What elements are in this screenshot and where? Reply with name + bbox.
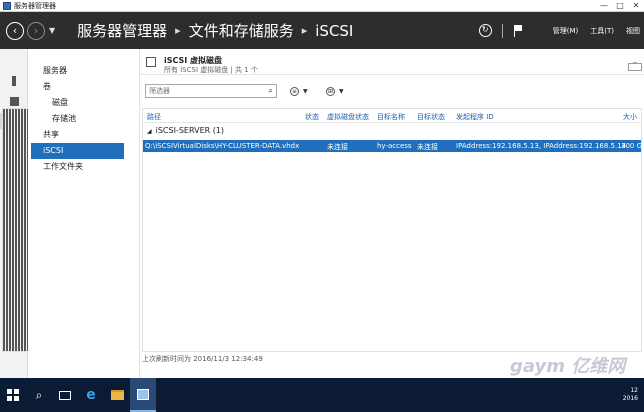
breadcrumb-file-storage[interactable]: 文件和存储服务 [189,20,294,41]
last-refresh-status: 上次刷新时间为 2016/11/3 12:34:49 [142,355,263,363]
group-by-dropdown[interactable]: ⊞ ▼ [326,86,344,96]
content-pane: iSCSI 虚拟磁盘 所有 iSCSI 虚拟磁盘 | 共 1 个 ‾ ⌕ ≡▼ … [140,49,644,378]
window-controls: — □ ✕ [596,0,644,12]
minimize-button[interactable]: — [596,0,612,12]
table-row[interactable]: Q:\iSCSIVirtualDisks\HY-CLUSTER-DATA.vhd… [143,140,641,152]
all-servers-glyph [9,96,19,106]
group-options-icon: ⊞ [326,86,335,96]
tile-toolbar: ⌕ ≡▼ ⊞▼ [140,79,644,103]
collapse-triangle-icon[interactable]: ◢ [147,128,152,135]
history-dropdown-icon[interactable]: ▼ [49,26,55,35]
watermark-logo: gaym 亿维网 [510,356,626,377]
virtual-disk-icon [146,57,156,67]
search-button[interactable]: ⌕ [26,378,52,412]
system-tray-clock[interactable]: 12 2016 [623,387,638,403]
file-explorer-button[interactable] [104,378,130,412]
tray-date: 2016 [622,395,638,402]
group-label: iSCSI-SERVER (1) [155,126,225,135]
header-right: ↻ 管理(M) 工具(T) 视图 [478,23,644,38]
back-icon[interactable]: ‹ [6,21,24,40]
column-header-target-name[interactable]: 目标名称 [377,112,405,122]
breadcrumb-iscsi: iSCSI [315,21,354,40]
cell-size: 300 G [621,142,641,150]
breadcrumb-separator-icon: ▸ [175,24,181,37]
breadcrumb-server-manager[interactable]: 服务器管理器 [77,20,167,41]
task-view-button[interactable] [52,378,78,412]
group-header[interactable]: ◢ iSCSI-SERVER (1) [147,126,224,135]
server-manager-taskbar-button[interactable] [130,378,156,412]
chevron-down-icon: ▼ [339,87,344,95]
cell-path: Q:\iSCSIVirtualDisks\HY-CLUSTER-DATA.vhd… [145,142,300,150]
menu-view[interactable]: 视图 [626,26,640,36]
start-button[interactable] [0,378,26,412]
window-title: 服务器管理器 [14,1,56,10]
search-icon: ⌕ [35,387,43,402]
server-manager-icon [137,388,149,400]
nav-item-disks[interactable]: 磁盘 [28,95,139,111]
windows-logo-icon [7,389,19,401]
column-header-status[interactable]: 状态 [305,112,319,122]
dashboard-icon[interactable] [0,53,502,352]
title-bar: 服务器管理器 — □ ✕ [0,0,644,12]
tile-header: iSCSI 虚拟磁盘 所有 iSCSI 虚拟磁盘 | 共 1 个 ‾ [140,49,644,75]
separator [501,23,503,38]
cell-target-name: hy-access [377,142,412,150]
nav-item-work-folders[interactable]: 工作文件夹 [28,159,139,175]
cell-initiator-id: IPAddress:192.168.5.13, IPAddress:192.16… [456,142,627,150]
grid-header: 路径 状态 虚拟磁盘状态 目标名称 目标状态 发起程序 ID 大小 [143,109,641,123]
forward-icon[interactable]: › [27,21,45,40]
folder-icon [110,390,124,400]
column-header-initiator-id[interactable]: 发起程序 ID [456,112,494,122]
list-options-icon: ≡ [290,86,299,96]
taskbar: ⌕ e 12 2016 [0,378,644,412]
breadcrumb-separator-icon: ▸ [301,24,308,37]
ie-button[interactable]: e [78,378,104,412]
collapse-tile-icon[interactable]: ‾ [628,63,642,71]
filter-input[interactable] [146,85,262,97]
nav-pane: 服务器 卷 磁盘 存储池 共享 iSCSI 工作文件夹 [28,49,140,378]
all-servers-icon[interactable] [0,93,28,109]
flag-icon[interactable] [513,24,523,37]
tray-time: 12 [630,387,638,394]
header-bar: ‹ › ▼ 服务器管理器 ▸ 文件和存储服务 ▸ iSCSI ↻ 管理(M) 工… [0,12,644,49]
breadcrumb: 服务器管理器 ▸ 文件和存储服务 ▸ iSCSI [77,20,353,41]
menu-tools[interactable]: 工具(T) [590,26,614,36]
filter-box: ⌕ [145,84,277,98]
nav-item-volumes[interactable]: 卷 [28,79,139,95]
tile-subtitle: 所有 iSCSI 虚拟磁盘 | 共 1 个 [164,66,258,74]
menu-manage[interactable]: 管理(M) [553,26,579,36]
virtual-disk-grid: 路径 状态 虚拟磁盘状态 目标名称 目标状态 发起程序 ID 大小 ◢ iSCSI… [142,108,642,352]
chevron-down-icon: ▼ [303,87,308,95]
column-header-disk-status[interactable]: 虚拟磁盘状态 [327,112,369,122]
column-header-size[interactable]: 大小 [623,112,637,122]
server-manager-app-icon [3,1,11,10]
column-header-path[interactable]: 路径 [147,112,161,122]
maximize-button[interactable]: □ [612,0,628,12]
nav-item-iscsi[interactable]: iSCSI [31,143,124,159]
refresh-icon[interactable]: ↻ [478,24,492,37]
task-view-icon [59,390,71,400]
search-icon[interactable]: ⌕ [269,86,273,96]
internet-explorer-icon: e [86,387,96,403]
nav-item-storage-pools[interactable]: 存储池 [28,111,139,127]
local-server-icon[interactable] [0,73,28,89]
icon-strip [0,49,502,378]
nav-item-shares[interactable]: 共享 [28,127,139,143]
cell-disk-status: 未连接 [327,143,348,151]
cell-target-status: 未连接 [417,143,438,151]
list-view-dropdown[interactable]: ≡ ▼ [290,86,308,96]
nav-item-servers[interactable]: 服务器 [28,63,139,79]
column-header-target-status[interactable]: 目标状态 [417,112,445,122]
close-button[interactable]: ✕ [628,0,644,12]
local-server-glyph [12,76,16,86]
